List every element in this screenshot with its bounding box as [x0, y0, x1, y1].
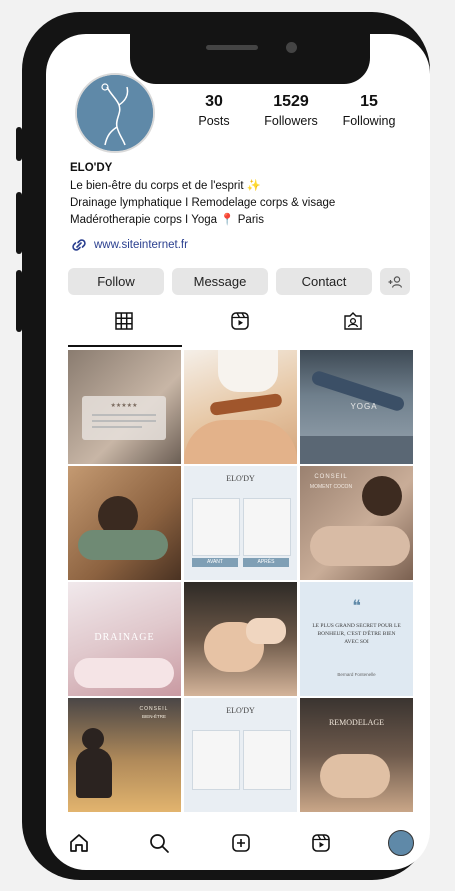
post-2[interactable] [184, 350, 297, 464]
post-5-after-image [243, 498, 291, 556]
post-4-top [78, 530, 168, 560]
post-10-title: CONSEIL [139, 706, 169, 712]
post-10[interactable]: CONSEIL BIEN-ÊTRE [68, 698, 181, 812]
post-2-figure [218, 350, 278, 392]
post-10-head [82, 728, 104, 750]
post-8[interactable] [184, 582, 297, 696]
reels-icon [231, 312, 249, 330]
speaker [206, 45, 258, 50]
profile-bio: Le bien-être du corps et de l'esprit ✨ D… [70, 178, 335, 229]
post-7-body [74, 658, 174, 688]
follow-button[interactable]: Follow [68, 268, 164, 295]
post-5[interactable]: ELO'DY AVANT APRÈS [184, 466, 297, 580]
nav-search[interactable] [148, 832, 170, 859]
tab-grid[interactable] [114, 311, 134, 336]
profile-username: ELO'DY [70, 162, 113, 174]
phone-volume-up [16, 192, 22, 254]
post-3[interactable]: YOGA [300, 350, 413, 464]
post-1-stars: ★★★★★ [110, 403, 138, 409]
post-1-text-line [92, 414, 156, 416]
posts-stat[interactable]: 30 Posts [190, 92, 238, 130]
followers-count: 1529 [273, 93, 309, 110]
active-tab-indicator [68, 345, 182, 347]
nav-reels[interactable] [310, 832, 332, 859]
post-1-text-line [92, 420, 156, 422]
post-10-subtitle: BIEN-ÊTRE [141, 714, 166, 719]
post-5-brand: ELO'DY [226, 474, 255, 483]
bio-line-2: Drainage lymphatique I Remodelage corps … [70, 197, 336, 209]
post-10-silhouette [76, 748, 112, 798]
add-user-icon [388, 275, 403, 288]
following-label: Following [342, 114, 396, 128]
post-1[interactable]: ★★★★★ [68, 350, 181, 464]
post-7-title: DRAINAGE [94, 632, 155, 643]
followers-stat[interactable]: 1529 Followers [256, 92, 326, 130]
post-7[interactable]: DRAINAGE [68, 582, 181, 696]
profile-link-row[interactable]: www.siteinternet.fr [70, 238, 188, 252]
post-5-before-label: AVANT [192, 558, 238, 567]
add-post-icon [232, 834, 250, 852]
add-user-button[interactable] [380, 268, 410, 295]
post-12-face [320, 754, 390, 798]
followers-label: Followers [264, 114, 318, 128]
post-9-quote: LE PLUS GRAND SECRET POUR LE BONHEUR, C'… [312, 623, 401, 645]
post-9[interactable]: ❝ LE PLUS GRAND SECRET POUR LE BONHEUR, … [300, 582, 413, 696]
posts-label: Posts [198, 114, 230, 128]
following-count: 15 [360, 93, 378, 110]
post-11-image-right [243, 730, 291, 790]
bio-line-1: Le bien-être du corps et de l'esprit ✨ [70, 180, 262, 192]
post-11[interactable]: ELO'DY [184, 698, 297, 812]
grid-icon [115, 312, 133, 330]
profile-link[interactable]: www.siteinternet.fr [94, 239, 188, 251]
post-12-title: REMODELAGE [328, 718, 385, 727]
nav-add-post[interactable] [230, 832, 252, 859]
nav-profile-avatar[interactable] [388, 830, 414, 856]
post-2-body [184, 420, 297, 464]
post-6-body [310, 526, 410, 566]
phone-side-button [16, 127, 22, 161]
post-6[interactable]: CONSEIL MOMENT COCON [300, 466, 413, 580]
post-9-author: Bernard Fontenelle [337, 672, 376, 677]
tab-tagged[interactable] [343, 311, 363, 336]
post-3-mat [300, 436, 413, 464]
tab-reels[interactable] [230, 311, 250, 336]
message-button[interactable]: Message [172, 268, 268, 295]
post-1-text-line [92, 426, 142, 428]
post-8-hand [246, 618, 286, 644]
bio-line-3: Madérotherapie corps I Yoga 📍 Paris [70, 214, 264, 226]
home-icon [70, 834, 88, 852]
tagged-icon [344, 312, 362, 330]
post-6-subtitle: MOMENT COCON [309, 484, 353, 490]
link-icon [72, 239, 86, 251]
reels-icon [312, 834, 330, 852]
posts-count: 30 [205, 93, 223, 110]
camera [286, 42, 297, 53]
notch [130, 28, 370, 84]
post-12[interactable]: REMODELAGE [300, 698, 413, 812]
following-stat[interactable]: 15 Following [336, 92, 402, 130]
post-5-before-image [192, 498, 240, 556]
profile-avatar[interactable] [75, 73, 155, 153]
post-3-yoga: YOGA [350, 402, 378, 411]
post-6-title: CONSEIL [314, 474, 348, 480]
post-9-quote-mark: ❝ [352, 598, 361, 615]
phone-volume-down [16, 270, 22, 332]
post-6-hair [362, 476, 402, 516]
contact-button[interactable]: Contact [276, 268, 372, 295]
post-2-roller [209, 393, 283, 416]
search-icon [150, 834, 169, 853]
post-5-after-label: APRÈS [243, 558, 289, 567]
post-11-brand: ELO'DY [226, 706, 255, 715]
nav-home[interactable] [68, 832, 90, 859]
post-4[interactable] [68, 466, 181, 580]
post-11-image-left [192, 730, 240, 790]
